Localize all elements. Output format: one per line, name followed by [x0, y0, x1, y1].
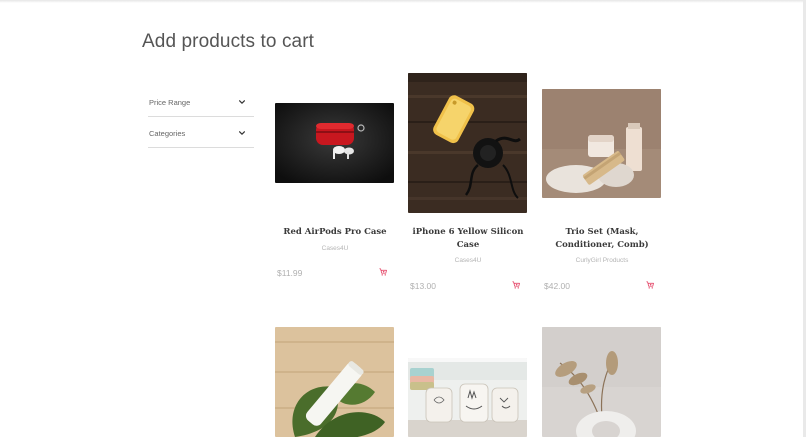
product-image[interactable] [542, 327, 661, 437]
chevron-down-icon [239, 100, 245, 104]
add-to-cart-icon[interactable] [646, 281, 654, 289]
filter-label: Categories [149, 129, 186, 138]
product-price: $13.00 [410, 281, 436, 291]
product-name[interactable]: Trio Set (Mask, Conditioner, Comb) [542, 226, 662, 251]
product-brand: CurlyGirl Products [575, 257, 629, 264]
price-range-filter[interactable]: Price Range [148, 97, 254, 117]
add-to-cart-icon[interactable] [379, 268, 387, 276]
product-price: $11.99 [277, 268, 303, 278]
top-shadow [0, 0, 806, 3]
chevron-down-icon [239, 131, 245, 135]
product-image[interactable] [408, 73, 527, 213]
filter-label: Price Range [149, 98, 191, 107]
product-image[interactable] [275, 327, 394, 437]
product-price: $42.00 [544, 281, 570, 291]
product-name[interactable]: Red AirPods Pro Case [275, 226, 395, 239]
product-image[interactable] [542, 89, 661, 198]
product-brand: Cases4U [321, 245, 349, 252]
product-image[interactable] [408, 358, 527, 437]
product-image[interactable] [275, 103, 394, 183]
product-brand: Cases4U [454, 257, 482, 264]
categories-filter[interactable]: Categories [148, 128, 254, 148]
page-title: Add products to cart [142, 31, 315, 52]
product-name[interactable]: iPhone 6 Yellow Silicon Case [408, 226, 528, 251]
add-to-cart-icon[interactable] [512, 281, 520, 289]
